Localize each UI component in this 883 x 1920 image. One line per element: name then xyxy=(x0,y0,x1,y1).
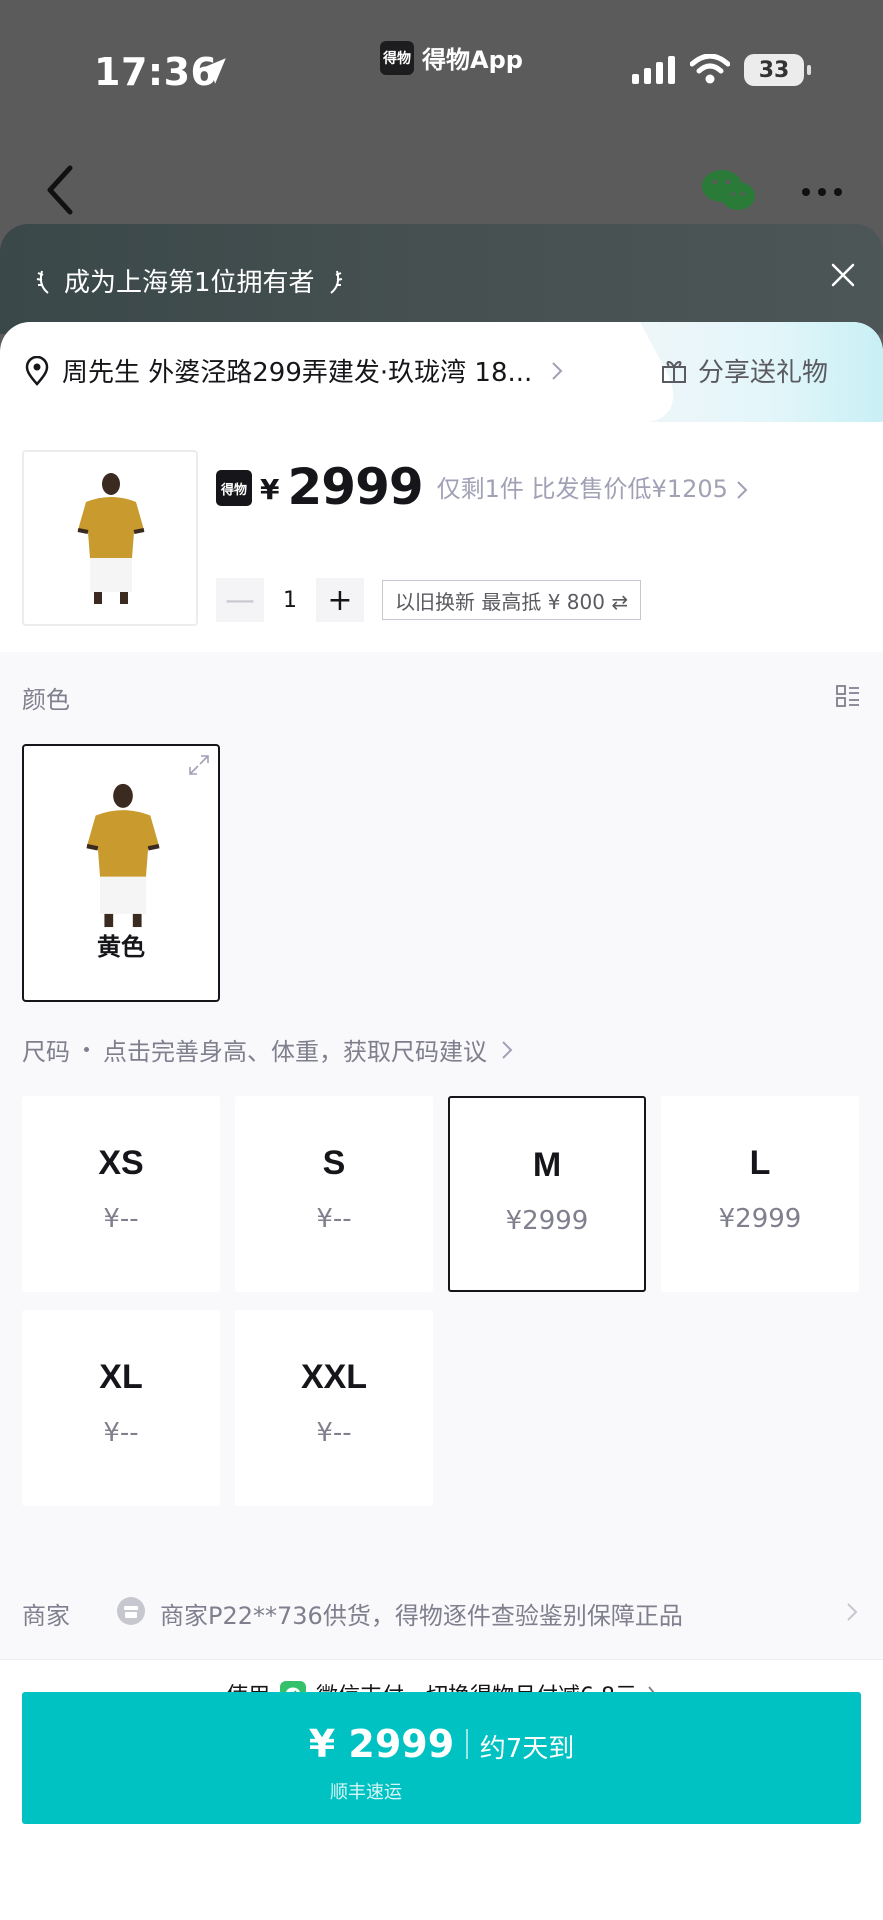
buy-button-eta: 约7天到 xyxy=(479,1734,575,1764)
size-option-m[interactable]: M ¥2999 xyxy=(448,1096,646,1292)
quantity-stepper: — 1 + xyxy=(216,578,364,622)
merchant-label: 商家 xyxy=(22,1602,70,1630)
close-banner-icon[interactable] xyxy=(830,262,856,288)
size-price: ¥-- xyxy=(316,1204,352,1234)
size-label: S xyxy=(322,1144,346,1182)
price-currency: ¥ xyxy=(260,473,280,506)
size-section-label: 尺码 xyxy=(22,1038,70,1066)
color-section-label: 颜色 xyxy=(22,686,70,714)
product-price: 2999 xyxy=(287,458,423,516)
quantity-plus-button[interactable]: + xyxy=(316,578,364,622)
product-summary: 得物 ¥ 2999 仅剩1件 比发售价低¥1205 — 1 + 以旧换新 最高抵… xyxy=(0,422,883,652)
merchant-text: 商家P22**736供货，得物逐件查验鉴别保障正品 xyxy=(160,1602,683,1630)
gift-icon xyxy=(662,360,686,383)
size-price: ¥-- xyxy=(316,1418,352,1448)
purchase-sheet: 周先生 外婆泾路299弄建发·玖珑湾 18... 分享送礼物 得物 ¥ 2999… xyxy=(0,322,883,1920)
size-price: ¥-- xyxy=(103,1418,139,1448)
cellular-signal-icon xyxy=(632,56,675,84)
buy-button-shipping: 顺丰速运 xyxy=(330,1782,402,1803)
size-label: XS xyxy=(98,1144,144,1182)
battery-indicator: 33 xyxy=(744,54,811,86)
product-thumbnail-image xyxy=(77,473,145,604)
quantity-value: 1 xyxy=(283,587,297,613)
trade-in-button[interactable]: 以旧换新 最高抵 ¥ 800 ⇄ xyxy=(382,580,642,620)
merchant-row[interactable]: 商家 商家P22**736供货，得物逐件查验鉴别保障正品 xyxy=(0,1568,883,1660)
owner-banner-text: 成为上海第1位拥有者 xyxy=(64,268,315,298)
share-gift-label: 分享送礼物 xyxy=(698,358,829,388)
size-option-xxl[interactable]: XXL ¥-- xyxy=(235,1310,433,1506)
size-option-xl[interactable]: XL ¥-- xyxy=(22,1310,220,1506)
buy-button[interactable]: ¥ 2999 约7天到 顺丰速运 xyxy=(22,1692,861,1824)
size-option-s[interactable]: S ¥-- xyxy=(235,1096,433,1292)
price-line: 得物 ¥ 2999 仅剩1件 比发售价低¥1205 xyxy=(216,462,748,512)
size-advice-link[interactable]: 尺码 点击完善身高、体重，获取尺码建议 xyxy=(22,1032,513,1067)
trade-in-label: 以旧换新 最高抵 ¥ 800 ⇄ xyxy=(395,589,629,614)
size-label: M xyxy=(532,1146,562,1184)
address-text: 周先生 外婆泾路299弄建发·玖珑湾 18... xyxy=(62,358,533,388)
location-arrow-icon xyxy=(200,58,226,84)
color-option-image xyxy=(86,783,160,928)
size-hint-text: 点击完善身高、体重，获取尺码建议 xyxy=(103,1038,487,1066)
return-app-name: 得物App xyxy=(422,46,523,74)
merchant-store-icon xyxy=(117,1597,145,1625)
owner-banner: 成为上海第1位拥有者 xyxy=(0,224,883,334)
size-label: L xyxy=(749,1144,771,1182)
wifi-icon xyxy=(690,54,730,84)
return-to-app[interactable]: 得物 得物App xyxy=(380,40,523,75)
location-pin-icon xyxy=(25,355,49,386)
size-option-l[interactable]: L ¥2999 xyxy=(661,1096,859,1292)
wechat-share-icon[interactable] xyxy=(700,166,756,214)
color-option-yellow[interactable]: 黄色 xyxy=(22,744,220,1002)
dewu-price-logo-icon: 得物 xyxy=(216,470,252,506)
laurel-right-icon xyxy=(329,270,342,294)
address-row: 周先生 外婆泾路299弄建发·玖珑湾 18... 分享送礼物 xyxy=(0,322,883,422)
dewu-logo-icon: 得物 xyxy=(380,40,414,75)
share-gift-button[interactable]: 分享送礼物 xyxy=(660,352,828,389)
expand-icon[interactable] xyxy=(188,754,210,776)
list-view-toggle-icon[interactable] xyxy=(836,684,860,708)
chevron-right-icon xyxy=(502,1040,513,1059)
size-option-xs[interactable]: XS ¥-- xyxy=(22,1096,220,1292)
options-panel: 颜色 黄色 尺码 点击完善身高、体重，获取尺码建议 XS ¥-- S ¥-- M… xyxy=(0,652,883,1612)
chevron-right-icon xyxy=(737,481,748,499)
quantity-minus-button[interactable]: — xyxy=(216,578,264,622)
price-note[interactable]: 仅剩1件 比发售价低¥1205 xyxy=(437,469,728,504)
size-price: ¥2999 xyxy=(505,1206,589,1236)
size-price: ¥2999 xyxy=(718,1204,802,1234)
color-option-name: 黄色 xyxy=(97,933,145,961)
product-thumbnail[interactable] xyxy=(22,450,198,626)
delivery-address[interactable]: 周先生 外婆泾路299弄建发·玖珑湾 18... xyxy=(24,352,564,389)
chevron-right-icon xyxy=(847,1603,858,1621)
back-arrow-icon[interactable] xyxy=(40,162,80,218)
size-label: XXL xyxy=(300,1358,368,1396)
size-label: XL xyxy=(99,1358,143,1396)
size-price: ¥-- xyxy=(103,1204,139,1234)
status-bar: 17:36 得物 得物App 33 xyxy=(0,0,883,140)
laurel-left-icon xyxy=(36,270,49,294)
more-options-icon[interactable] xyxy=(800,186,844,198)
top-nav xyxy=(0,150,883,230)
buy-button-price: ¥ 2999 xyxy=(308,1722,455,1766)
chevron-right-icon xyxy=(552,361,563,380)
